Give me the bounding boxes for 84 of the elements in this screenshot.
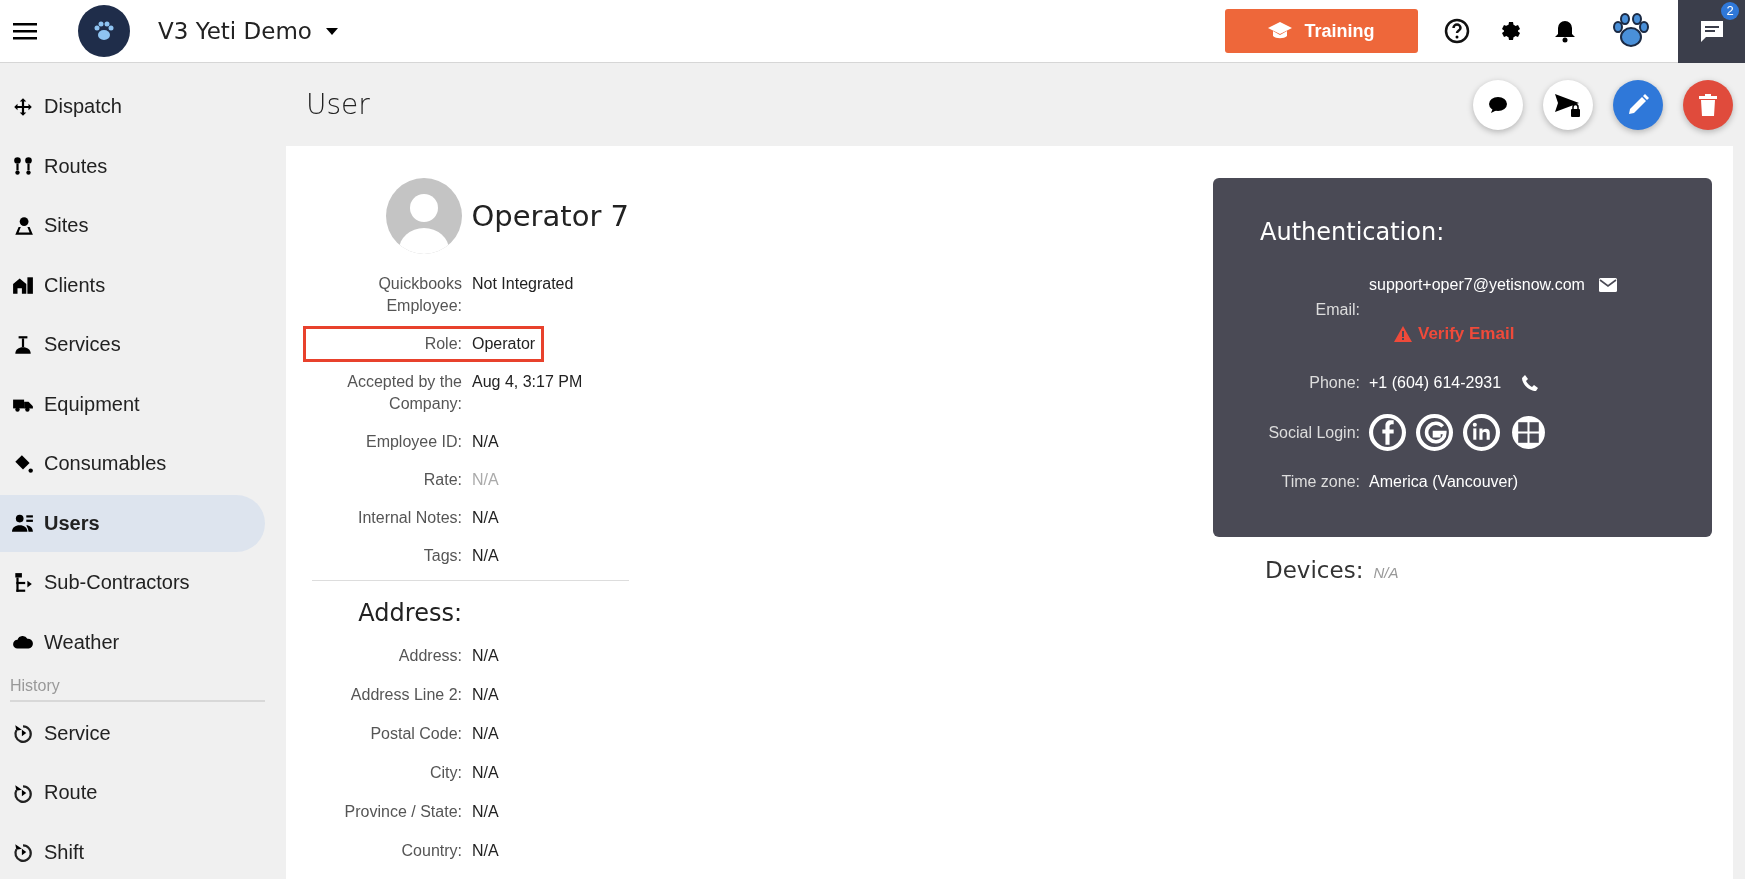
comment-button[interactable] bbox=[1473, 79, 1523, 130]
field-label: Address: bbox=[397, 646, 462, 666]
workspace-selector[interactable]: V3 Yeti Demo bbox=[158, 18, 338, 44]
field-value: N/A bbox=[472, 432, 499, 452]
section-label: History bbox=[10, 676, 61, 695]
field-value: N/A bbox=[472, 470, 499, 490]
field-value: N/A bbox=[472, 508, 499, 528]
sidebar-item[interactable]: Routes bbox=[0, 137, 265, 195]
notification-badge: 2 bbox=[1721, 1, 1739, 20]
field-value: +1 (604) 614-2931 bbox=[1369, 374, 1502, 392]
chat-button[interactable]: 2 bbox=[1678, 0, 1745, 63]
page-title: User bbox=[306, 88, 370, 121]
sidebar-item[interactable]: Equipment bbox=[0, 375, 265, 433]
section-heading: Address: bbox=[357, 599, 462, 627]
help-icon[interactable] bbox=[1442, 16, 1472, 46]
warning-icon bbox=[1394, 326, 1412, 342]
field-label: City: bbox=[429, 763, 462, 783]
speech-bubble-icon bbox=[1488, 95, 1508, 114]
delete-button[interactable] bbox=[1683, 79, 1733, 130]
sidebar-item[interactable]: Clients bbox=[0, 256, 265, 314]
envelope-icon[interactable] bbox=[1598, 278, 1617, 292]
field-label: Postal Code: bbox=[369, 724, 462, 744]
sidebar-item-icon bbox=[12, 274, 34, 296]
graduation-cap-icon bbox=[1268, 22, 1293, 40]
field-label: Address Line 2: bbox=[349, 685, 462, 705]
field-value: N/A bbox=[472, 546, 499, 566]
field-label: Quickbooks Employee: bbox=[377, 274, 462, 316]
linkedin-icon[interactable] bbox=[1463, 414, 1500, 451]
field-label: Tags: bbox=[422, 546, 462, 566]
field-label: Email: bbox=[1314, 301, 1360, 319]
google-icon[interactable] bbox=[1416, 414, 1453, 451]
sidebar-item[interactable]: Sites bbox=[0, 197, 265, 254]
field-value: Aug 4, 3:17 PM bbox=[472, 372, 583, 392]
sidebar-item[interactable]: Users bbox=[0, 494, 265, 552]
sidebar-item-icon bbox=[12, 571, 34, 594]
field-label: Country: bbox=[400, 841, 462, 861]
sidebar-item-icon bbox=[12, 214, 34, 237]
trash-icon bbox=[1699, 93, 1717, 116]
field-label: Time zone: bbox=[1280, 473, 1360, 491]
sidebar-item[interactable]: Consumables bbox=[0, 435, 265, 492]
field-value: N/A bbox=[1373, 564, 1399, 581]
field-label: Rate: bbox=[422, 470, 462, 490]
pencil-icon bbox=[1627, 93, 1649, 116]
field-label: Internal Notes: bbox=[356, 508, 462, 528]
send-lock-icon bbox=[1554, 91, 1582, 118]
history-icon bbox=[12, 841, 34, 863]
sidebar-item[interactable]: Dispatch bbox=[0, 78, 265, 135]
field-value: support+oper7@yetisnow.com bbox=[1369, 276, 1585, 294]
windows-icon[interactable] bbox=[1510, 414, 1547, 451]
field-label: Role: bbox=[423, 334, 462, 354]
field-value: Not Integrated bbox=[472, 274, 574, 294]
facebook-icon[interactable] bbox=[1369, 414, 1406, 451]
edit-button[interactable] bbox=[1613, 79, 1663, 130]
sidebar-item[interactable]: Route bbox=[0, 764, 265, 821]
user-name: Operator 7 bbox=[471, 199, 629, 233]
logo-icon[interactable] bbox=[78, 5, 130, 57]
field-label: Employee ID: bbox=[364, 432, 462, 452]
field-label: Accepted by the Company: bbox=[346, 372, 462, 414]
field-label: Social Login: bbox=[1267, 423, 1360, 442]
sidebar-item[interactable]: Sub-Contractors bbox=[0, 554, 265, 611]
section-heading: Authentication: bbox=[1260, 218, 1446, 246]
sidebar-item[interactable]: Weather bbox=[0, 613, 265, 671]
field-value: N/A bbox=[472, 802, 499, 822]
sidebar-item-icon bbox=[12, 333, 34, 356]
sidebar-item[interactable]: Services bbox=[0, 316, 265, 373]
sidebar-item[interactable]: Shift bbox=[0, 823, 265, 879]
history-icon bbox=[12, 722, 34, 744]
phone-icon[interactable] bbox=[1522, 375, 1539, 391]
field-value: N/A bbox=[472, 724, 499, 744]
section-heading: Devices: bbox=[1265, 557, 1364, 583]
sidebar-item[interactable]: Service bbox=[0, 704, 265, 762]
sidebar-item-icon bbox=[12, 512, 34, 534]
field-value: America (Vancouver) bbox=[1369, 473, 1519, 491]
send-secure-button[interactable] bbox=[1543, 79, 1593, 130]
field-value: N/A bbox=[472, 763, 499, 783]
field-label: Province / State: bbox=[343, 802, 462, 822]
field-value: N/A bbox=[472, 841, 499, 861]
caret-icon bbox=[325, 27, 338, 35]
chat-icon bbox=[1698, 19, 1725, 43]
field-value: N/A bbox=[472, 685, 499, 705]
field-value: Operator bbox=[472, 334, 536, 354]
sidebar-item-icon bbox=[12, 155, 34, 177]
field-value: N/A bbox=[472, 646, 499, 666]
field-label: Phone: bbox=[1308, 374, 1360, 392]
